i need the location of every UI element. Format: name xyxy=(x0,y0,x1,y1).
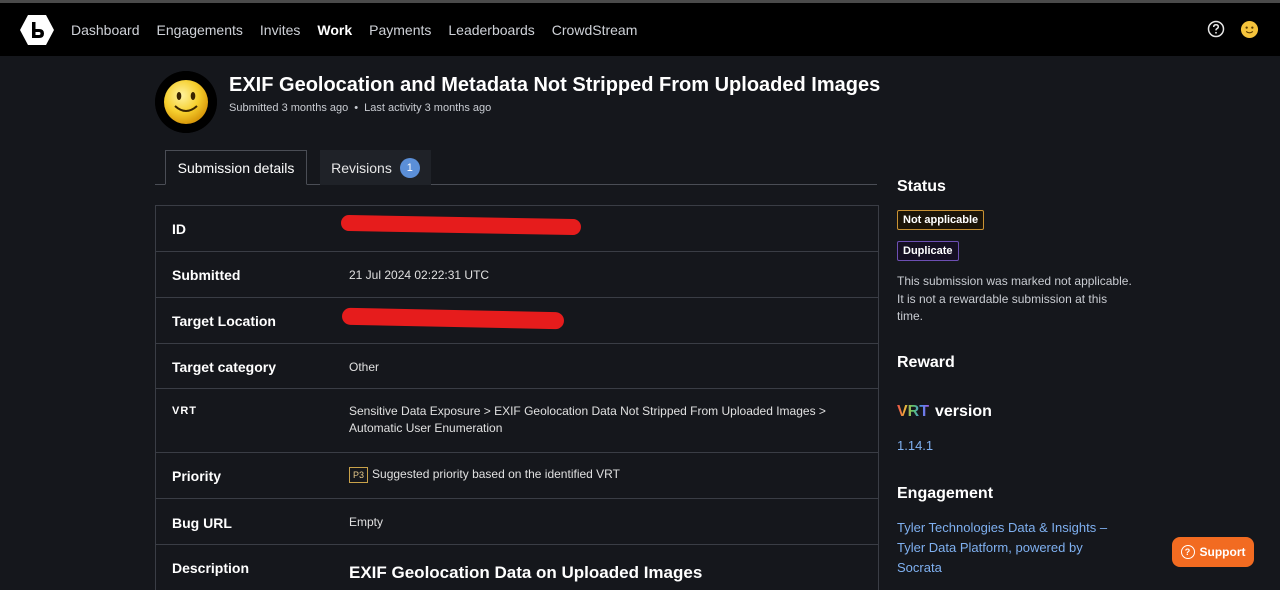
submitted-ago: Submitted 3 months ago xyxy=(229,102,349,114)
question-icon: ? xyxy=(1180,545,1195,559)
meta-separator: • xyxy=(354,102,359,114)
target-category-label: Target category xyxy=(172,359,276,375)
id-label: ID xyxy=(172,221,186,237)
tab-revisions[interactable]: Revisions 1 xyxy=(320,150,431,185)
vrt-version-label: version xyxy=(935,403,992,420)
tab-submission-details-label: Submission details xyxy=(177,159,295,176)
tab-revisions-label: Revisions xyxy=(331,159,392,176)
nav-leaderboards[interactable]: Leaderboards xyxy=(448,22,534,38)
vrt-logo-text: VRT xyxy=(897,403,929,420)
detail-row-vrt: VRT Sensitive Data Exposure > EXIF Geolo… xyxy=(156,389,878,453)
nav-dashboard[interactable]: Dashboard xyxy=(71,22,140,38)
vrt-label: VRT xyxy=(172,405,197,417)
reporter-avatar xyxy=(155,71,217,133)
detail-row-bug-url: Bug URL Empty xyxy=(156,499,878,545)
top-navbar: Dashboard Engagements Invites Work Payme… xyxy=(0,3,1280,56)
redaction-mark xyxy=(340,214,582,236)
detail-row-priority: Priority P3 Suggested priority based on t… xyxy=(156,453,878,499)
support-label: Support xyxy=(1199,545,1246,559)
target-location-label: Target Location xyxy=(172,313,276,329)
submission-meta: Submitted 3 months ago • Last activity 3 m… xyxy=(229,102,491,114)
vrt-version-heading: VRT version xyxy=(897,403,992,421)
page-title: EXIF Geolocation and Metadata Not Stripp… xyxy=(229,74,881,96)
submission-details-table: ID Submitted 21 Jul 2024 02:22:31 UTC Ta… xyxy=(155,205,879,590)
last-activity: Last activity 3 months ago xyxy=(364,102,492,114)
nav-payments[interactable]: Payments xyxy=(369,22,431,38)
status-description: This submission was marked not applicabl… xyxy=(897,274,1132,323)
detail-row-submitted: Submitted 21 Jul 2024 02:22:31 UTC xyxy=(156,252,878,298)
reward-heading: Reward xyxy=(897,354,955,371)
priority-label: Priority xyxy=(172,468,222,484)
nav-engagements[interactable]: Engagements xyxy=(157,22,243,38)
vrt-value: Sensitive Data Exposure > EXIF Geolocati… xyxy=(349,404,826,435)
bug-url-label: Bug URL xyxy=(172,515,232,531)
detail-row-id: ID xyxy=(156,206,878,252)
page-scrollbar[interactable] xyxy=(1269,56,1280,584)
target-category-value: Other xyxy=(349,360,380,374)
priority-value-wrap: P3 Suggested priority based on the identi… xyxy=(349,466,829,483)
detail-row-target-location: Target Location xyxy=(156,298,878,344)
detail-row-description: Description EXIF Geolocation Data on Upl… xyxy=(156,545,878,590)
nav-work[interactable]: Work xyxy=(317,22,352,38)
support-button[interactable]: ? Support xyxy=(1172,537,1254,567)
redaction-mark xyxy=(341,307,565,330)
description-label: Description xyxy=(172,560,250,576)
help-icon[interactable] xyxy=(1207,20,1225,38)
revisions-count-badge: 1 xyxy=(399,157,420,178)
bug-url-value: Empty xyxy=(349,515,384,529)
main-nav: Dashboard Engagements Invites Work Payme… xyxy=(71,3,654,56)
engagement-link[interactable]: Tyler Technologies Data & Insights – Tyl… xyxy=(897,518,1122,578)
detail-row-target-category: Target category Other xyxy=(156,344,878,389)
description-title: EXIF Geolocation Data on Uploaded Images xyxy=(349,563,703,582)
vrt-version-link[interactable]: 1.14.1 xyxy=(897,438,933,453)
user-avatar-icon[interactable] xyxy=(1240,20,1259,39)
submitted-label: Submitted xyxy=(172,267,241,283)
nav-invites[interactable]: Invites xyxy=(260,22,300,38)
nav-crowdstream[interactable]: CrowdStream xyxy=(552,22,638,38)
status-badge-not-applicable: Not applicable xyxy=(897,210,985,230)
priority-badge: P3 xyxy=(349,467,369,483)
bugcrowd-logo-icon[interactable] xyxy=(20,14,54,46)
tab-submission-details[interactable]: Submission details xyxy=(165,150,307,185)
submitted-value: 21 Jul 2024 02:22:31 UTC xyxy=(349,268,490,282)
vrt-logo: VRT xyxy=(897,403,929,421)
engagement-heading: Engagement xyxy=(897,485,994,502)
priority-value: Suggested priority based on the identifi… xyxy=(372,467,620,481)
status-heading: Status xyxy=(897,178,946,195)
status-badge-duplicate: Duplicate xyxy=(897,241,959,261)
